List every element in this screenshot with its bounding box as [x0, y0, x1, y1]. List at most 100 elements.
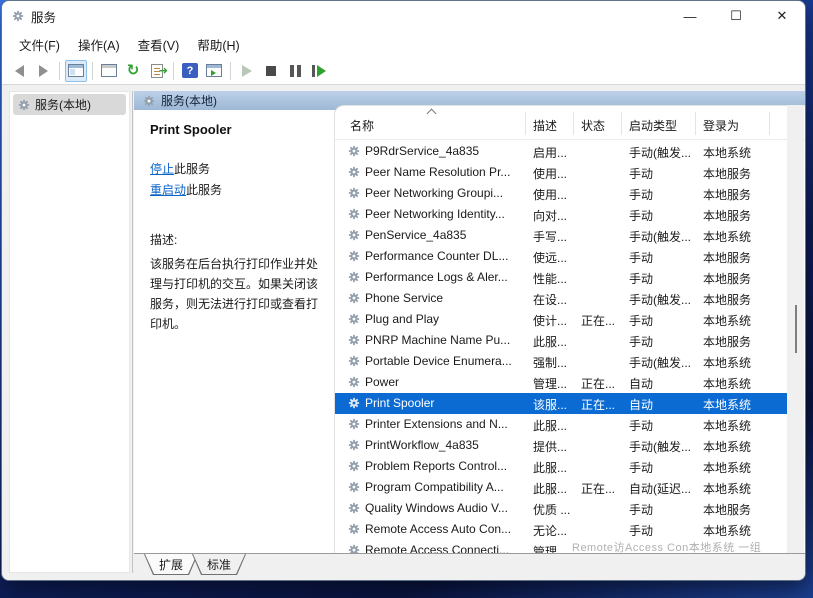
- service-description: 此服...: [533, 480, 579, 497]
- show-console-tree-button[interactable]: [65, 60, 87, 82]
- service-row[interactable]: PrintWorkflow_4a835 提供... 手动(触发... 本地系统: [335, 435, 789, 456]
- forward-button[interactable]: [32, 60, 54, 82]
- service-gear-icon: [348, 355, 360, 367]
- service-row[interactable]: Performance Counter DL... 使远... 手动 本地服务: [335, 246, 789, 267]
- service-row[interactable]: P9RdrService_4a835 启用... 手动(触发... 本地系统: [335, 141, 789, 162]
- stop-service-link[interactable]: 停止: [150, 162, 174, 176]
- close-button[interactable]: ✕: [759, 1, 805, 31]
- tree-item-services-local[interactable]: 服务(本地): [13, 94, 126, 115]
- service-name: Quality Windows Audio V...: [365, 501, 523, 515]
- properties-icon: [101, 64, 117, 77]
- toolbar-separator: [230, 62, 231, 80]
- selected-service-title: Print Spooler: [150, 122, 320, 137]
- tab-extended[interactable]: 扩展: [145, 554, 197, 574]
- export-list-button[interactable]: ➜: [146, 60, 168, 82]
- service-row[interactable]: Plug and Play 使计... 正在... 手动 本地系统: [335, 309, 789, 330]
- service-description: 使用...: [533, 165, 579, 182]
- service-row[interactable]: Quality Windows Audio V... 优质 ... 手动 本地服…: [335, 498, 789, 519]
- service-row[interactable]: PNRP Machine Name Pu... 此服... 手动 本地服务: [335, 330, 789, 351]
- service-name: Portable Device Enumera...: [365, 354, 523, 368]
- service-name: Phone Service: [365, 291, 523, 305]
- stop-suffix: 此服务: [174, 162, 210, 176]
- service-row[interactable]: Printer Extensions and N... 此服... 手动 本地系…: [335, 414, 789, 435]
- service-startup-type: 手动: [629, 501, 693, 518]
- service-row[interactable]: Program Compatibility A... 此服... 正在... 自…: [335, 477, 789, 498]
- column-header-logon-as[interactable]: 登录为: [703, 117, 739, 134]
- service-logon-as: 本地服务: [703, 333, 783, 350]
- service-name: Remote Access Auto Con...: [365, 522, 523, 536]
- service-row[interactable]: Performance Logs & Aler... 性能... 手动 本地服务: [335, 267, 789, 288]
- service-startup-type: 手动(触发...: [629, 228, 693, 245]
- service-row[interactable]: PenService_4a835 手写... 手动(触发... 本地系统: [335, 225, 789, 246]
- forward-arrow-icon: [39, 65, 48, 77]
- service-logon-as: 本地系统: [703, 144, 783, 161]
- refresh-button[interactable]: ↻: [122, 60, 144, 82]
- service-description: 使计...: [533, 312, 579, 329]
- service-row[interactable]: Peer Networking Groupi... 使用... 手动 本地服务: [335, 183, 789, 204]
- restart-service-link[interactable]: 重启动: [150, 183, 186, 197]
- services-window: 服务 — ☐ ✕ 文件(F) 操作(A) 查看(V) 帮助(H) ↻: [1, 0, 806, 581]
- service-row[interactable]: Portable Device Enumera... 强制... 手动(触发..…: [335, 351, 789, 372]
- start-service-button[interactable]: [236, 60, 258, 82]
- vertical-scrollbar[interactable]: [787, 105, 804, 553]
- help-button[interactable]: ?: [179, 60, 201, 82]
- service-startup-type: 手动: [629, 522, 693, 539]
- service-startup-type: 手动(触发...: [629, 438, 693, 455]
- console-tree-icon: [68, 64, 84, 77]
- service-description: 该服...: [533, 396, 579, 413]
- service-name: Printer Extensions and N...: [365, 417, 523, 431]
- properties-button[interactable]: [98, 60, 120, 82]
- service-startup-type: 手动: [629, 270, 693, 287]
- menu-help[interactable]: 帮助(H): [188, 31, 248, 58]
- sort-ascending-icon: [428, 108, 436, 116]
- service-row[interactable]: Phone Service 在设... 手动(触发... 本地服务: [335, 288, 789, 309]
- service-gear-icon: [348, 313, 360, 325]
- service-row[interactable]: Problem Reports Control... 此服... 手动 本地系统: [335, 456, 789, 477]
- show-action-pane-button[interactable]: [203, 60, 225, 82]
- column-header-startup-type[interactable]: 启动类型: [629, 117, 677, 134]
- service-gear-icon: [348, 292, 360, 304]
- service-logon-as: 本地服务: [703, 291, 783, 308]
- service-logon-as: 本地系统: [703, 480, 783, 497]
- service-gear-icon: [348, 544, 360, 553]
- service-description: 优质 ...: [533, 501, 579, 518]
- service-name: Performance Counter DL...: [365, 249, 523, 263]
- restart-service-button[interactable]: [308, 60, 330, 82]
- service-gear-icon: [348, 271, 360, 283]
- service-logon-as: 本地服务: [703, 270, 783, 287]
- menu-view[interactable]: 查看(V): [129, 31, 189, 58]
- service-gear-icon: [348, 145, 360, 157]
- service-row[interactable]: Peer Networking Identity... 向对... 手动 本地服…: [335, 204, 789, 225]
- service-name: Peer Networking Groupi...: [365, 186, 523, 200]
- pause-icon: [290, 65, 301, 77]
- pane-splitter[interactable]: [132, 91, 133, 573]
- back-button[interactable]: [8, 60, 30, 82]
- pause-service-button[interactable]: [284, 60, 306, 82]
- service-startup-type: 手动: [629, 186, 693, 203]
- service-row[interactable]: Print Spooler 该服... 正在... 自动 本地系统: [335, 393, 789, 414]
- stop-service-button[interactable]: [260, 60, 282, 82]
- toolbar-separator: [173, 62, 174, 80]
- stop-service-line: 停止此服务: [150, 159, 320, 180]
- service-row[interactable]: Power 管理... 正在... 自动 本地系统: [335, 372, 789, 393]
- service-logon-as: 本地系统: [703, 438, 783, 455]
- play-icon: [242, 65, 252, 77]
- service-logon-as: 本地服务: [703, 186, 783, 203]
- service-startup-type: 自动: [629, 375, 693, 392]
- column-header-status[interactable]: 状态: [581, 117, 605, 134]
- service-row[interactable]: Peer Name Resolution Pr... 使用... 手动 本地服务: [335, 162, 789, 183]
- scrollbar-thumb[interactable]: [795, 305, 797, 353]
- tab-standard[interactable]: 标准: [193, 554, 245, 574]
- service-name: Power: [365, 375, 523, 389]
- service-gear-icon: [348, 418, 360, 430]
- column-header-description[interactable]: 描述: [533, 117, 557, 134]
- restart-service-line: 重启动此服务: [150, 180, 320, 201]
- menu-file[interactable]: 文件(F): [10, 31, 69, 58]
- service-logon-as: 本地系统: [703, 396, 783, 413]
- minimize-button[interactable]: —: [667, 1, 713, 31]
- toolbar-separator: [92, 62, 93, 80]
- maximize-button[interactable]: ☐: [713, 1, 759, 31]
- column-header-name[interactable]: 名称: [350, 117, 374, 134]
- service-row[interactable]: Remote Access Auto Con... 无论... 手动 本地系统: [335, 519, 789, 540]
- menu-action[interactable]: 操作(A): [69, 31, 129, 58]
